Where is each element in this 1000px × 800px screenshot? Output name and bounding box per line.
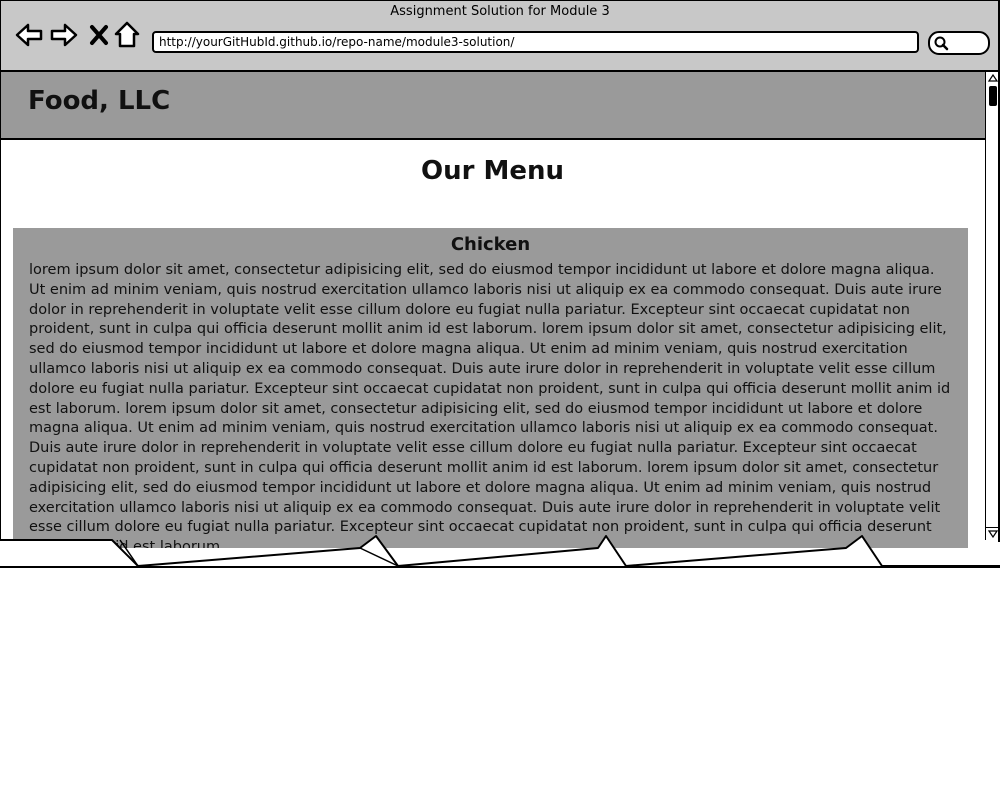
scroll-down-button[interactable] bbox=[986, 527, 1000, 540]
stop-button[interactable] bbox=[84, 20, 114, 50]
home-button[interactable] bbox=[112, 20, 142, 50]
vertical-scrollbar[interactable] bbox=[985, 72, 1000, 540]
home-icon bbox=[114, 21, 140, 48]
section-title: Chicken bbox=[450, 234, 531, 255]
brand-name[interactable]: Food, LLC bbox=[28, 86, 170, 116]
browser-window: Assignment Solution for Module 3 http://… bbox=[0, 0, 1000, 568]
search-icon bbox=[933, 35, 949, 55]
x-icon bbox=[90, 25, 108, 45]
triangle-down-icon bbox=[988, 530, 998, 538]
site-header: Food, LLC bbox=[0, 72, 985, 140]
section-body: lorem ipsum dolor sit amet, consectetur … bbox=[29, 262, 951, 548]
url-input[interactable]: http://yourGitHubId.github.io/repo-name/… bbox=[152, 31, 919, 53]
forward-button[interactable] bbox=[49, 20, 79, 50]
arrow-right-icon bbox=[50, 23, 78, 47]
scroll-thumb[interactable] bbox=[989, 86, 997, 106]
scroll-up-button[interactable] bbox=[986, 72, 1000, 84]
arrow-left-icon bbox=[15, 23, 43, 47]
page-viewport: Food, LLC Our Menu Chicken lorem ipsum d… bbox=[0, 72, 985, 548]
browser-toolbar: Assignment Solution for Module 3 http://… bbox=[0, 0, 1000, 72]
page-title: Our Menu bbox=[420, 156, 564, 186]
window-title: Assignment Solution for Module 3 bbox=[390, 4, 610, 19]
back-button[interactable] bbox=[14, 20, 44, 50]
triangle-up-icon bbox=[988, 74, 998, 82]
search-input[interactable] bbox=[928, 31, 990, 55]
menu-section-chicken: Chicken lorem ipsum dolor sit amet, cons… bbox=[13, 228, 968, 548]
